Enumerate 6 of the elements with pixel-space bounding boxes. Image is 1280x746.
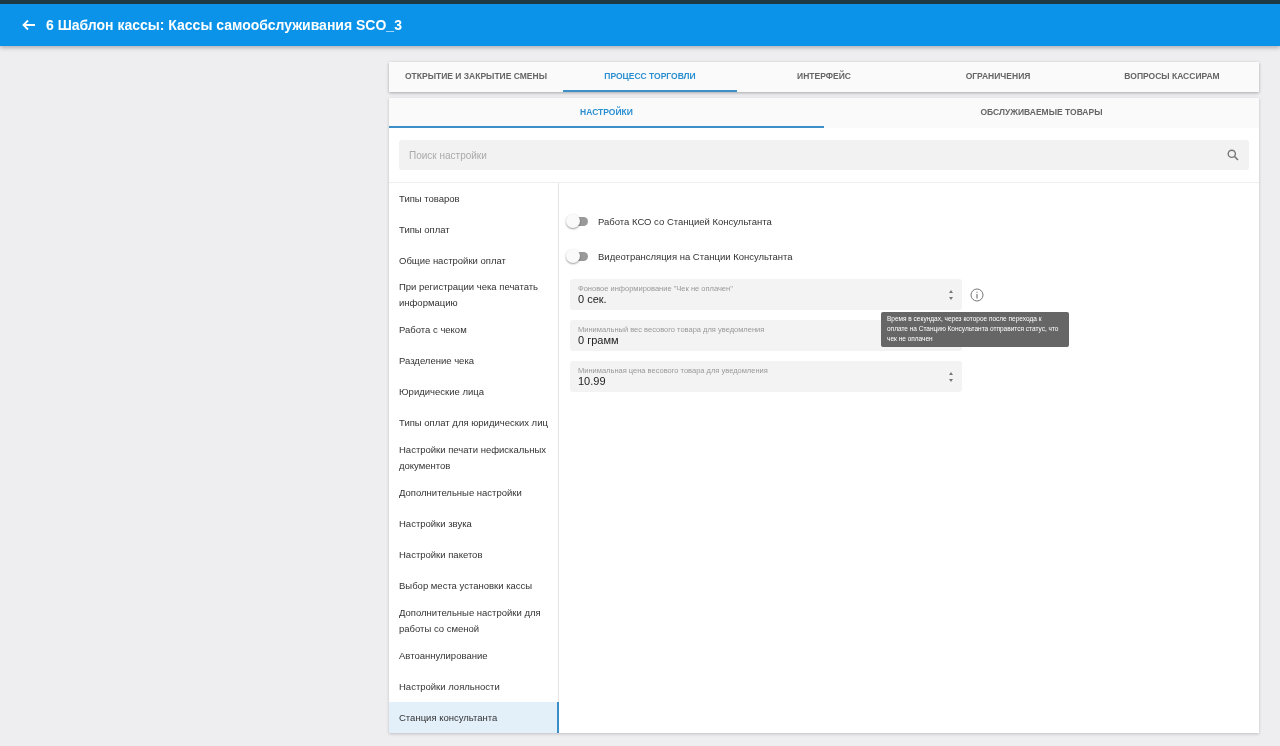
toggle-label: Видеотрансляция на Станции Консультанта (598, 251, 793, 262)
page-title: 6 Шаблон кассы: Кассы самообслуживания SCO_3 (46, 17, 402, 33)
field-value: 10.99 (578, 375, 606, 387)
field-value: 0 сек. (578, 293, 607, 305)
field-value: 0 грамм (578, 334, 619, 346)
toggle-label: Работа КСО со Станцией Консультанта (598, 216, 772, 227)
